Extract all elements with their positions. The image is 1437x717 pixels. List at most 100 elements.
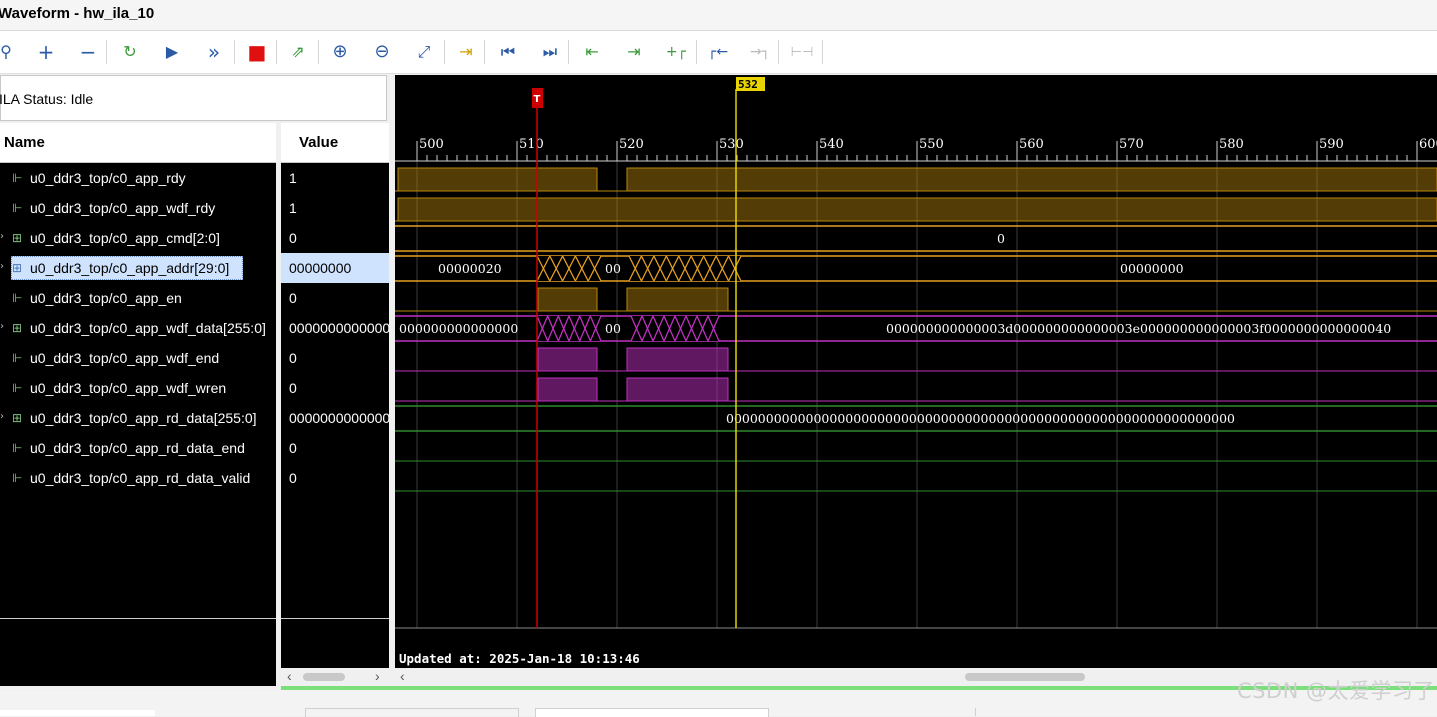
signal-row[interactable]: ⊩ u0_ddr3_top/c0_app_rd_data_valid: [0, 463, 276, 493]
signal-row[interactable]: ⊩ u0_ddr3_top/c0_app_wdf_rdy: [0, 193, 276, 223]
bit-high-pulse: [537, 377, 598, 402]
signal-row[interactable]: ⊩ u0_ddr3_top/c0_app_wdf_wren: [0, 373, 276, 403]
bus-signal-icon: ⊞: [12, 231, 23, 245]
signal-name: u0_ddr3_top/c0_app_cmd[2:0]: [30, 230, 220, 246]
bit-high-pulse: [537, 347, 598, 372]
signal-name: u0_ddr3_top/c0_app_wdf_wren: [30, 380, 227, 396]
window-title: Waveform - hw_ila_10: [0, 5, 155, 22]
previous-marker-icon[interactable]: ┌←: [706, 40, 730, 64]
signal-value[interactable]: 00000000: [281, 253, 389, 283]
bit-high-pulse: [626, 167, 1437, 192]
signal-value[interactable]: 0000000000000: [281, 403, 389, 433]
bus-value-label: 00000000: [1120, 261, 1184, 276]
signal-name: u0_ddr3_top/c0_app_rd_data_end: [30, 440, 245, 456]
expand-icon[interactable]: ›: [0, 411, 4, 422]
signal-value[interactable]: 0: [281, 433, 389, 463]
scroll-thumb[interactable]: [303, 673, 345, 681]
timeline-label: 580: [1219, 137, 1244, 152]
ila-status-text: ILA Status: Idle: [0, 91, 94, 107]
signal-value[interactable]: 0: [281, 373, 389, 403]
scroll-left-icon[interactable]: ‹: [287, 668, 292, 684]
previous-transition-icon[interactable]: ⇤: [580, 40, 604, 64]
signal-name: u0_ddr3_top/c0_app_rd_data[255:0]: [30, 410, 257, 426]
bit-signal-icon: ⊩: [12, 201, 23, 215]
signal-value-text: 0000000000000: [289, 410, 389, 426]
zoom-fit-icon[interactable]: ⤢: [412, 40, 436, 64]
value-column-header[interactable]: Value: [281, 123, 389, 163]
waveform-viewer[interactable]: 5005105205305405505605705805906000000000…: [395, 75, 1437, 668]
signal-row[interactable]: ⊩ u0_ddr3_top/c0_app_rdy: [0, 163, 276, 193]
scroll-left-icon[interactable]: ‹: [400, 668, 405, 684]
toolbar-separator: [778, 40, 779, 64]
next-transition-icon[interactable]: ⇥: [622, 40, 646, 64]
add-marker-icon[interactable]: ⇥: [454, 40, 478, 64]
toolbar-separator: [318, 40, 319, 64]
add-icon[interactable]: +: [34, 40, 58, 64]
scroll-thumb[interactable]: [965, 673, 1085, 681]
run-trigger-icon[interactable]: ▶: [160, 40, 184, 64]
value-header-label: Value: [299, 134, 339, 151]
add-marker-2-icon[interactable]: +┌: [664, 40, 688, 64]
bit-signal-icon: ⊩: [12, 291, 23, 305]
divider: [0, 618, 276, 619]
signal-row[interactable]: › ⊞ u0_ddr3_top/c0_app_cmd[2:0]: [0, 223, 276, 253]
bus-segment: [537, 316, 601, 341]
toolbar-separator: [822, 40, 823, 64]
search-icon[interactable]: ⚲: [0, 40, 18, 64]
scroll-right-icon[interactable]: ›: [375, 668, 380, 684]
export-icon[interactable]: ⇗: [286, 40, 310, 64]
signal-value-text: 0: [289, 380, 297, 396]
waveform-canvas[interactable]: 5005105205305405505605705805906000000000…: [395, 75, 1437, 668]
watermark: CSDN @太爱学习了: [1236, 679, 1435, 703]
bottom-tab[interactable]: [975, 708, 1176, 716]
go-to-start-icon[interactable]: ⏮: [496, 40, 520, 64]
signal-value[interactable]: 0000000000000: [281, 313, 389, 343]
timeline-label: 500: [419, 137, 444, 152]
bus-signal-icon: ⊞: [12, 321, 23, 335]
bus-value-label: 00: [605, 261, 621, 276]
signal-value[interactable]: 0: [281, 223, 389, 253]
toolbar-separator: [696, 40, 697, 64]
go-to-end-icon[interactable]: ⏭: [538, 40, 562, 64]
signal-value-text: 0000000000000: [289, 320, 389, 336]
signal-row[interactable]: ⊩ u0_ddr3_top/c0_app_wdf_end: [0, 343, 276, 373]
value-horizontal-scrollbar[interactable]: ‹ ›: [281, 668, 389, 686]
timeline-label: 540: [819, 137, 844, 152]
signal-value-text: 0: [289, 230, 297, 246]
next-marker-icon[interactable]: →┐: [748, 40, 772, 64]
zoom-out-icon[interactable]: ⊖: [370, 40, 394, 64]
name-column-header[interactable]: Name: [0, 123, 276, 163]
expand-icon[interactable]: ›: [0, 321, 4, 332]
signal-row[interactable]: ⊩ u0_ddr3_top/c0_app_en: [0, 283, 276, 313]
signal-row[interactable]: › ⊞ u0_ddr3_top/c0_app_addr[29:0]: [0, 253, 276, 283]
swap-cursors-icon[interactable]: ⊢⊣: [790, 40, 814, 64]
bit-high-pulse: [626, 347, 729, 372]
signal-value-text: 1: [289, 170, 297, 186]
expand-icon[interactable]: ›: [0, 231, 4, 242]
timeline-label: 510: [519, 137, 544, 152]
bus-value-label: 0000000000000000000000000000000000000000…: [726, 411, 1235, 426]
remove-icon[interactable]: −: [76, 40, 100, 64]
stop-icon[interactable]: ■: [245, 40, 269, 64]
bus-segment: [629, 256, 741, 281]
signal-value[interactable]: 0: [281, 463, 389, 493]
signal-value[interactable]: 1: [281, 193, 389, 223]
trigger-label: T: [534, 94, 541, 105]
toolbar-separator: [106, 40, 107, 64]
signal-row[interactable]: ⊩ u0_ddr3_top/c0_app_rd_data_end: [0, 433, 276, 463]
signal-value[interactable]: 0: [281, 343, 389, 373]
expand-icon[interactable]: ›: [0, 261, 4, 272]
signal-row[interactable]: › ⊞ u0_ddr3_top/c0_app_rd_data[255:0]: [0, 403, 276, 433]
signal-value[interactable]: 0: [281, 283, 389, 313]
run-trigger-immediate-icon[interactable]: ↻: [118, 40, 142, 64]
timeline-label: 590: [1319, 137, 1344, 152]
bottom-tab[interactable]: [0, 710, 155, 716]
signal-name: u0_ddr3_top/c0_app_rd_data_valid: [30, 470, 251, 486]
signal-value-text: 0: [289, 470, 297, 486]
bus-signal-icon: ⊞: [12, 411, 23, 425]
run-continuous-icon[interactable]: »: [202, 40, 226, 64]
signal-value-text: 00000000: [289, 260, 352, 276]
signal-row[interactable]: › ⊞ u0_ddr3_top/c0_app_wdf_data[255:0]: [0, 313, 276, 343]
zoom-in-icon[interactable]: ⊕: [328, 40, 352, 64]
signal-value[interactable]: 1: [281, 163, 389, 193]
